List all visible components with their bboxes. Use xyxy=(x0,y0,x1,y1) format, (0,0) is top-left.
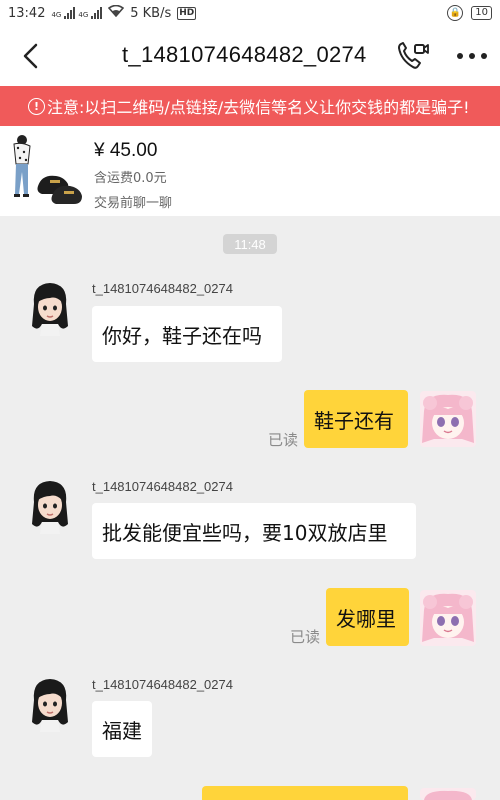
warning-icon: ! xyxy=(28,97,45,115)
product-chat-hint: 交易前聊一聊 xyxy=(94,196,173,211)
message-bubble[interactable]: 福建 xyxy=(92,701,152,757)
product-thumbnail[interactable] xyxy=(8,134,86,210)
network-type-1: 4G xyxy=(51,11,62,19)
product-price: ¥ 45.00 xyxy=(94,140,158,161)
status-bar: 13:42 4G 4G 5 KB/s HD 🔒 10 xyxy=(0,0,500,26)
message-bubble[interactable]: 鞋子还有 xyxy=(304,390,408,448)
battery-level: 10 xyxy=(475,7,488,18)
sender-name: t_1481074648482_0274 xyxy=(92,479,233,494)
rotation-lock-icon: 🔒 xyxy=(447,5,464,21)
chevron-left-icon xyxy=(23,43,38,69)
sender-name: t_1481074648482_0274 xyxy=(92,281,233,296)
warning-text: 注意:以扫二维码/点链接/去微信等名义让你交钱的都是骗子! xyxy=(47,98,470,117)
wifi-icon xyxy=(108,4,125,21)
product-shipping: 含运费0.0元 xyxy=(94,171,167,186)
avatar[interactable] xyxy=(26,280,74,336)
avatar[interactable] xyxy=(420,590,476,646)
status-left: 13:42 4G 4G 5 KB/s HD xyxy=(8,4,197,21)
status-time: 13:42 xyxy=(8,5,46,21)
hd-icon: HD xyxy=(177,6,197,20)
avatar[interactable] xyxy=(26,478,74,534)
read-status: 已读 xyxy=(290,628,321,646)
net-speed: 5 KB/s xyxy=(130,5,172,21)
product-card[interactable]: ¥ 45.00 含运费0.0元 交易前聊一聊 xyxy=(0,126,500,216)
network-type-2: 4G xyxy=(78,11,89,19)
sender-name: t_1481074648482_0274 xyxy=(92,677,233,692)
call-button[interactable] xyxy=(395,38,431,74)
avatar[interactable] xyxy=(420,391,476,447)
chat-timestamp: 11:48 xyxy=(223,234,277,254)
message-bubble[interactable]: 发哪里 xyxy=(326,588,409,646)
chat-header: t_1481074648482_0274 xyxy=(0,26,500,86)
back-button[interactable] xyxy=(0,26,60,86)
message-bubble[interactable]: 你好，鞋子还在吗 xyxy=(92,306,282,362)
battery-icon: 10 xyxy=(471,6,492,20)
status-right: 🔒 10 xyxy=(447,5,492,21)
read-status: 已读 xyxy=(268,431,299,449)
signal-icon: 4G 4G xyxy=(51,7,103,19)
more-button[interactable] xyxy=(452,38,492,74)
more-dots-icon xyxy=(457,53,487,59)
warning-banner: ! 注意:以扫二维码/点链接/去微信等名义让你交钱的都是骗子! xyxy=(0,86,500,126)
avatar[interactable] xyxy=(26,676,74,732)
avatar-partial[interactable] xyxy=(420,788,476,800)
phone-video-icon xyxy=(398,42,429,69)
message-bubble[interactable]: 批发能便宜些吗，要10双放店里 xyxy=(92,503,416,559)
message-bubble-partial[interactable] xyxy=(202,786,408,800)
page-title: t_1481074648482_0274 xyxy=(122,42,367,67)
